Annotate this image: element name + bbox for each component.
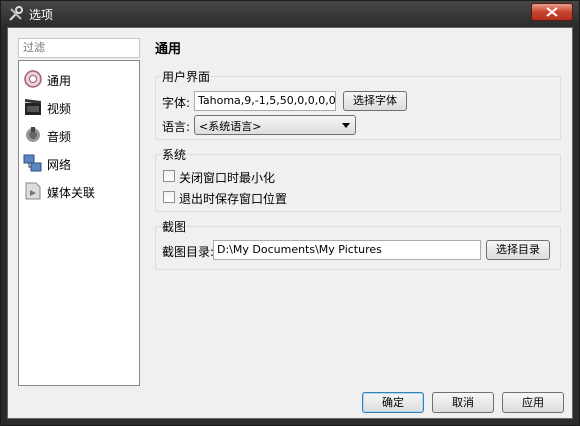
sidebar-item-video[interactable]: 视频 — [23, 95, 135, 119]
screenshot-group-title: 截图 — [162, 218, 187, 235]
system-group-title: 系统 — [162, 146, 187, 163]
font-label: 字体: — [162, 96, 191, 110]
save-position-label[interactable]: 退出时保存窗口位置 — [179, 190, 287, 207]
window-title: 选项 — [29, 8, 54, 22]
sidebar-item-label: 网络 — [47, 158, 72, 172]
screenshot-dir-field[interactable]: D:\My Documents\My Pictures — [213, 240, 481, 260]
title-bar[interactable]: 选项 — [1, 1, 579, 27]
close-button[interactable] — [531, 3, 573, 21]
language-select-value: <系统语言> — [199, 120, 262, 133]
sidebar-item-audio[interactable]: 音频 — [23, 123, 135, 147]
language-label: 语言: — [162, 120, 191, 134]
network-icon — [23, 154, 42, 172]
sidebar-item-media-association[interactable]: 媒体关联 — [23, 179, 135, 203]
sidebar-item-label: 通用 — [47, 74, 72, 88]
tools-icon — [8, 6, 24, 22]
chevron-down-icon — [342, 123, 350, 128]
options-window: 选项 通用 视频 音频 网络 媒体 — [0, 0, 580, 426]
sidebar-item-label: 视频 — [47, 102, 72, 116]
save-position-checkbox[interactable] — [163, 191, 175, 203]
filter-input[interactable] — [18, 38, 140, 58]
ui-group-title: 用户界面 — [162, 68, 211, 85]
sidebar-item-network[interactable]: 网络 — [23, 151, 135, 175]
close-icon — [546, 7, 558, 17]
screenshot-dir-label: 截图目录: — [162, 245, 215, 259]
minimize-on-close-checkbox[interactable] — [163, 170, 175, 182]
font-field[interactable]: Tahoma,9,-1,5,50,0,0,0,0,0 — [194, 91, 336, 111]
choose-font-button[interactable]: 选择字体 — [343, 91, 407, 111]
category-list[interactable]: 通用 视频 音频 网络 媒体关联 — [18, 60, 140, 386]
cancel-button[interactable]: 取消 — [432, 392, 494, 413]
dialog-body: 通用 视频 音频 网络 媒体关联 通用 用户界面 字体: Tahoma, — [7, 27, 573, 419]
media-association-icon — [25, 182, 41, 200]
ok-button[interactable]: 确定 — [362, 392, 424, 413]
video-icon — [25, 99, 41, 115]
page-title: 通用 — [155, 42, 182, 57]
sidebar-item-general[interactable]: 通用 — [23, 67, 135, 91]
sidebar-item-label: 媒体关联 — [47, 186, 96, 200]
audio-icon — [26, 127, 40, 142]
general-icon — [24, 70, 42, 88]
minimize-on-close-label[interactable]: 关闭窗口时最小化 — [179, 169, 275, 186]
choose-directory-button[interactable]: 选择目录 — [486, 240, 550, 260]
language-select[interactable]: <系统语言> — [194, 115, 356, 135]
apply-button[interactable]: 应用 — [502, 392, 564, 413]
sidebar-item-label: 音频 — [47, 130, 72, 144]
